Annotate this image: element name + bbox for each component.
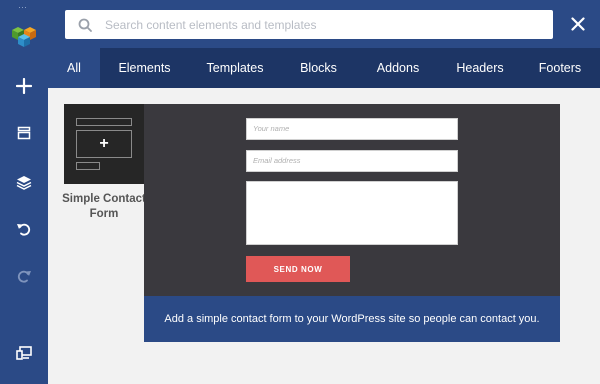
thumb-field-shape (76, 118, 132, 126)
layers-button[interactable] (0, 166, 48, 198)
tab-blocks[interactable]: Blocks (281, 48, 356, 88)
layers-icon (16, 176, 32, 190)
undo-button[interactable] (0, 213, 48, 245)
preview-image: Your name Email address SEND NOW (144, 104, 560, 296)
close-button[interactable] (566, 12, 590, 36)
devices-icon (16, 346, 32, 360)
element-title[interactable]: Simple Contact Form (60, 192, 148, 222)
element-grid: + Simple Contact Form Your name Email ad… (48, 88, 600, 384)
search-input[interactable] (105, 17, 525, 32)
element-thumbnail[interactable]: + (64, 104, 144, 184)
preview-name-field: Your name (246, 118, 458, 140)
add-element-button[interactable] (0, 70, 48, 102)
layout-icon (17, 126, 31, 140)
drag-handle-icon[interactable]: ⋯ (18, 3, 28, 12)
search-icon (65, 10, 105, 39)
preview-description: Add a simple contact form to your WordPr… (144, 296, 560, 342)
tab-addons[interactable]: Addons (356, 48, 440, 88)
tab-footers[interactable]: Footers (520, 48, 600, 88)
preview-message-field (246, 181, 458, 245)
thumb-button-shape (76, 162, 100, 170)
redo-button[interactable] (0, 260, 48, 292)
sidebar: ⋯ (0, 0, 48, 384)
top-bar (48, 0, 600, 48)
tab-templates[interactable]: Templates (189, 48, 281, 88)
tab-elements[interactable]: Elements (100, 48, 189, 88)
preview-send-button: SEND NOW (246, 256, 350, 282)
redo-icon (17, 270, 31, 283)
layout-button[interactable] (0, 117, 48, 149)
preview-email-field: Email address (246, 150, 458, 172)
search-box[interactable] (65, 10, 553, 39)
plus-icon (16, 78, 32, 94)
element-preview: Your name Email address SEND NOW Add a s… (144, 104, 560, 342)
tab-headers[interactable]: Headers (440, 48, 520, 88)
category-tabs: All Elements Templates Blocks Addons Hea… (48, 48, 600, 88)
thumb-field-shape: + (76, 130, 132, 158)
undo-icon (17, 223, 31, 236)
plus-icon: + (99, 135, 109, 152)
tab-all[interactable]: All (48, 48, 100, 88)
close-icon (571, 17, 585, 31)
responsive-button[interactable] (0, 337, 48, 369)
cube-logo-icon (12, 27, 36, 47)
